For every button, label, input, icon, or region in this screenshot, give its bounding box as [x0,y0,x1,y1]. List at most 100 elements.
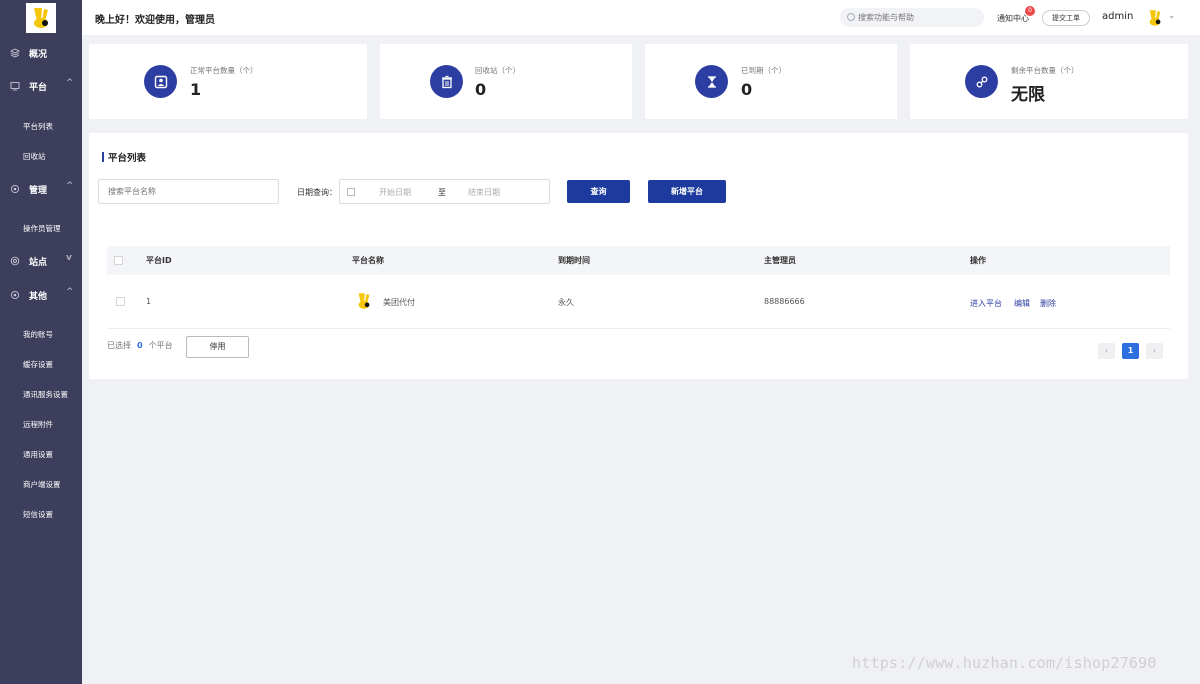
hourglass-icon [707,75,716,88]
cell-platform-name: 美团代付 [383,298,415,307]
greeting-text: 晚上好！欢迎使用，管理员 [95,15,215,26]
search-input[interactable] [840,8,984,27]
stat-card-recycle-bin: 回收站（个） 0 [380,44,632,119]
watermark-text: https://www.huzhan.com/ishop27690 [852,654,1157,672]
sidebar-item-merchant[interactable]: 商户端设置 [23,479,61,490]
platform-name-search-input[interactable] [98,179,279,204]
nav-manage[interactable]: 管理 ^ [0,179,82,199]
stat-value: 1 [190,80,202,99]
chevron-up-icon: ^ [66,287,74,297]
stat-title: 剩余平台数量（个） [1011,66,1079,75]
app-logo[interactable] [26,3,56,33]
nav-overview-label: 概况 [29,50,48,60]
table-header: 平台ID 平台名称 到期时间 主管理员 操作 [107,246,1170,275]
notification-badge: 0 [1025,6,1035,16]
start-date-field[interactable]: 开始日期 [379,187,411,198]
sidebar: 概况 平台 ^ 平台列表 回收站 管理 ^ 操作员管理 站点 v 其他 ^ 我的… [0,0,82,684]
selection-summary: 已选择 0 个平台 [107,340,173,351]
stat-title: 正常平台数量（个） [190,66,258,75]
end-date-field[interactable]: 结束日期 [468,187,500,198]
platform-list-panel: 平台列表 日期查询： 开始日期 至 结束日期 查询 新增平台 平台ID 平台名称… [89,133,1188,379]
pagination-next-button[interactable]: › [1146,343,1163,359]
gear-icon [10,290,20,300]
column-header-actions: 操作 [970,256,986,265]
date-query-label: 日期查询： [297,188,337,197]
row-checkbox[interactable] [116,297,125,306]
logo-icon [34,8,48,28]
cell-main-admin: 88886666 [764,297,805,306]
enter-platform-link[interactable]: 进入平台 [970,298,1002,309]
stat-card-expired: 已到期（个） 0 [645,44,897,119]
user-name[interactable]: admin [1102,11,1133,22]
selected-count: 0 [137,341,143,350]
column-header-expire: 到期时间 [558,256,590,265]
chevron-up-icon: ^ [66,78,74,88]
stat-card-remaining: 剩余平台数量（个） 无限 [910,44,1188,119]
sidebar-item-operators[interactable]: 操作员管理 [23,223,61,234]
monitor-icon [10,82,20,91]
notification-center-link[interactable]: 通知中心 [997,13,1029,24]
select-all-checkbox[interactable] [114,256,123,265]
chevron-up-icon: ^ [66,181,74,191]
stat-icon-circle [144,65,177,98]
pagination-page-1[interactable]: 1 [1122,343,1139,359]
search-icon [847,13,855,21]
nav-other-label: 其他 [29,292,48,302]
nav-manage-label: 管理 [29,186,48,196]
sidebar-item-remote-attachment[interactable]: 远程附件 [23,419,53,430]
sidebar-item-sms[interactable]: 短信设置 [23,509,53,520]
column-header-id: 平台ID [146,256,172,265]
user-card-icon [154,75,167,88]
globe-icon [10,256,20,266]
platform-logo-icon [358,293,370,309]
submit-ticket-button[interactable]: 提交工单 [1042,10,1090,26]
date-range-separator: 至 [438,188,446,197]
stat-icon-circle [965,65,998,98]
stat-value: 0 [475,80,487,99]
stat-title: 已到期（个） [741,66,786,75]
cell-platform-id: 1 [146,297,152,306]
sidebar-item-general[interactable]: 通用设置 [23,449,53,460]
stat-value: 无限 [1011,85,1045,105]
top-header: 晚上好！欢迎使用，管理员 通知中心 0 提交工单 admin ⌄ [82,0,1200,35]
nav-platform[interactable]: 平台 ^ [0,76,82,96]
nav-other[interactable]: 其他 ^ [0,285,82,305]
pagination-prev-button[interactable]: ‹ [1098,343,1115,359]
title-accent-bar [102,152,104,162]
disable-button[interactable]: 停用 [186,336,249,358]
stat-icon-circle [695,65,728,98]
cell-expire-time: 永久 [558,298,574,307]
sidebar-item-my-account[interactable]: 我的账号 [23,329,53,340]
avatar[interactable] [1145,8,1165,28]
link-icon [976,76,987,87]
nav-site[interactable]: 站点 v [0,251,82,271]
sidebar-item-recycle-bin[interactable]: 回收站 [23,151,46,162]
column-header-name: 平台名称 [352,256,384,265]
date-range-picker[interactable]: 开始日期 至 结束日期 [339,179,550,204]
nav-platform-label: 平台 [29,83,48,93]
delete-link[interactable]: 删除 [1040,298,1056,309]
table-row: 1 美团代付 永久 88886666 进入平台 编辑 删除 [107,275,1170,329]
chevron-down-icon[interactable]: ⌄ [1168,11,1176,21]
selected-prefix: 已选择 [107,341,131,350]
panel-title: 平台列表 [108,153,147,164]
chevron-down-icon: v [66,253,72,263]
column-header-admin: 主管理员 [764,256,796,265]
nav-site-label: 站点 [29,258,48,268]
edit-link[interactable]: 编辑 [1014,298,1030,309]
layers-icon [10,48,20,58]
gear-icon [10,184,20,194]
nav-overview[interactable]: 概况 [0,43,82,63]
calendar-icon [347,188,355,196]
selected-suffix: 个平台 [148,341,173,350]
stat-card-normal-platforms: 正常平台数量（个） 1 [89,44,367,119]
query-button[interactable]: 查询 [567,180,630,203]
sidebar-item-platform-list[interactable]: 平台列表 [23,121,53,132]
trash-icon [441,75,452,88]
stat-title: 回收站（个） [475,66,520,75]
stat-value: 0 [741,80,753,99]
sidebar-item-cache[interactable]: 缓存设置 [23,359,53,370]
stat-icon-circle [430,65,463,98]
add-platform-button[interactable]: 新增平台 [648,180,726,203]
sidebar-item-comm-service[interactable]: 通讯服务设置 [23,389,68,400]
